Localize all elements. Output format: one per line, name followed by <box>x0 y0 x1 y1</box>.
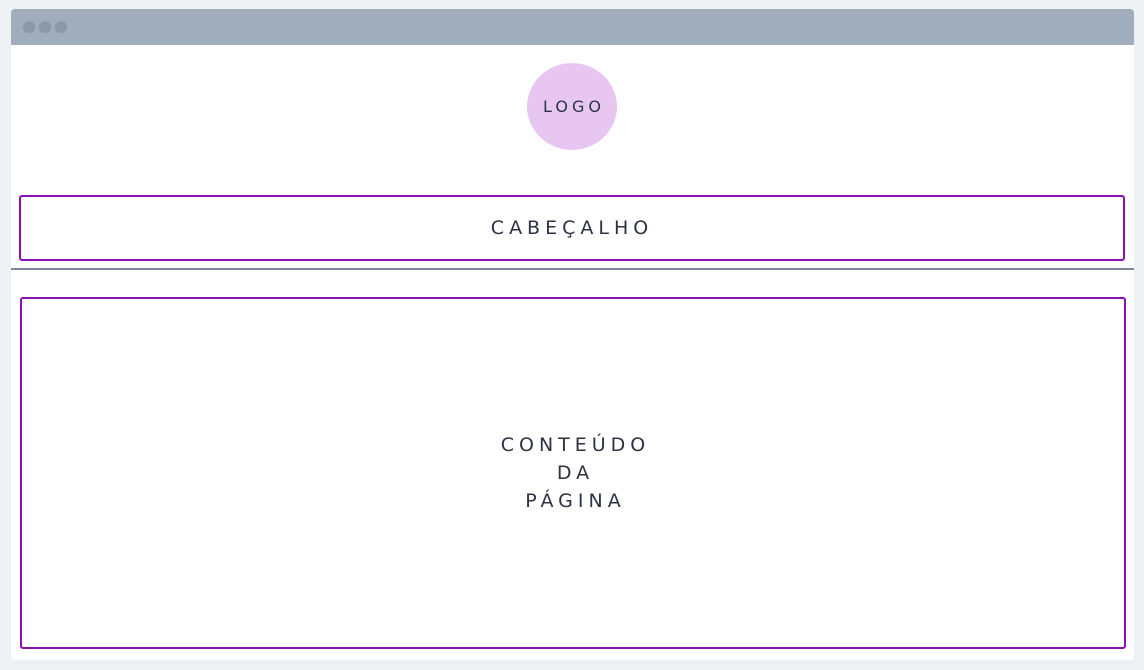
window-minimize-dot-icon[interactable] <box>39 21 51 33</box>
page-content: CONTEÚDO DA PÁGINA <box>20 297 1126 649</box>
content-line: PÁGINA <box>525 490 626 512</box>
header-divider <box>11 268 1134 270</box>
window-titlebar <box>11 9 1134 45</box>
logo-label: LOGO <box>543 97 605 116</box>
header-label: CABEÇALHO <box>490 217 654 239</box>
logo[interactable]: LOGO <box>527 63 617 150</box>
page-header: CABEÇALHO <box>19 195 1125 261</box>
content-line: CONTEÚDO <box>500 434 651 456</box>
browser-window: LOGO CABEÇALHO CONTEÚDO DA PÁGINA <box>11 9 1134 660</box>
window-close-dot-icon[interactable] <box>23 21 35 33</box>
content-label: CONTEÚDO DA PÁGINA <box>496 431 651 515</box>
window-maximize-dot-icon[interactable] <box>55 21 67 33</box>
content-line: DA <box>556 462 595 484</box>
